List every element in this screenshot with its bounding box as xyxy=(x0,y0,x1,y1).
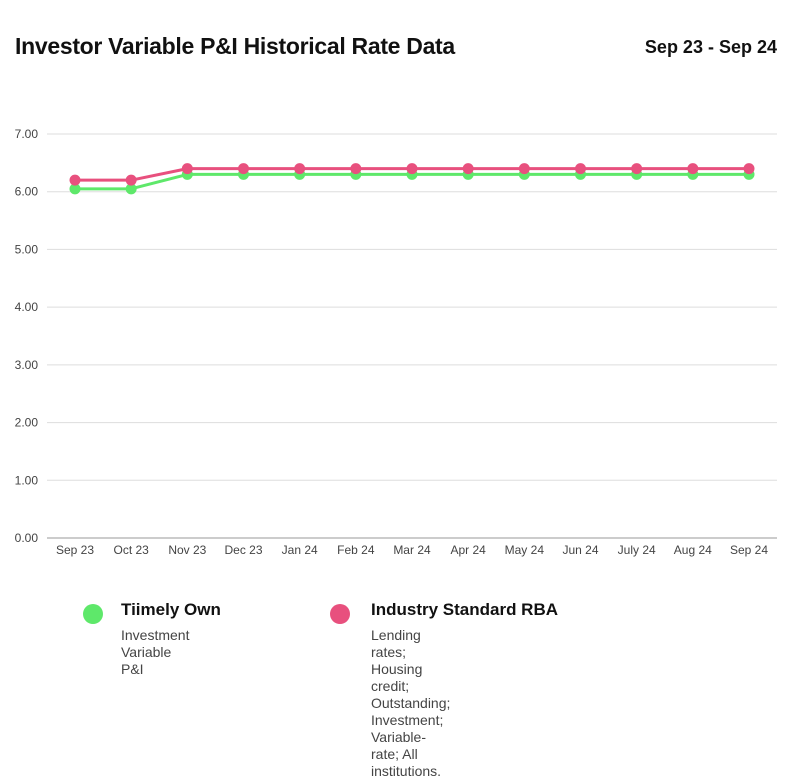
y-tick-label: 6.00 xyxy=(15,185,39,199)
data-point[interactable] xyxy=(181,163,193,175)
y-tick-label: 2.00 xyxy=(15,416,39,430)
legend-desc-tiimely: Investment Variable P&I xyxy=(121,627,190,677)
legend-dot-rba xyxy=(330,604,350,624)
x-tick-label: Sep 24 xyxy=(730,543,768,557)
x-tick-label: Feb 24 xyxy=(337,543,375,557)
series-lines xyxy=(69,163,755,195)
x-tick-label: Sep 23 xyxy=(56,543,94,557)
data-point[interactable] xyxy=(69,174,81,186)
data-point[interactable] xyxy=(631,163,643,175)
data-point[interactable] xyxy=(743,163,755,175)
y-tick-label: 4.00 xyxy=(15,300,39,314)
x-tick-label: Oct 23 xyxy=(113,543,149,557)
x-tick-label: Nov 23 xyxy=(168,543,206,557)
data-point[interactable] xyxy=(294,163,306,175)
x-tick-label: Apr 24 xyxy=(450,543,486,557)
y-tick-label: 1.00 xyxy=(15,473,39,487)
data-point[interactable] xyxy=(462,163,474,175)
x-tick-label: May 24 xyxy=(505,543,545,557)
data-point[interactable] xyxy=(238,163,249,175)
data-point[interactable] xyxy=(406,163,418,175)
y-tick-label: 7.00 xyxy=(15,127,39,141)
x-tick-label: July 24 xyxy=(618,543,656,557)
legend-title-tiimely: Tiimely Own xyxy=(121,600,221,619)
data-point[interactable] xyxy=(350,163,362,175)
x-axis-ticks: Sep 23 Oct 23 Nov 23 Dec 23 Jan 24 Feb 24 Mar … xyxy=(56,543,768,557)
legend-title-rba: Industry Standard RBA xyxy=(371,600,559,619)
y-tick-label: 5.00 xyxy=(15,242,39,256)
legend-desc-rba: Lending rates; Housing credit; Outstandi… xyxy=(371,627,451,779)
x-tick-label: Mar 24 xyxy=(393,543,431,557)
x-tick-label: Jan 24 xyxy=(282,543,318,557)
data-point[interactable] xyxy=(125,174,137,186)
data-point[interactable] xyxy=(687,163,699,175)
data-point[interactable] xyxy=(518,163,530,175)
data-point[interactable] xyxy=(575,163,586,175)
legend-dot-tiimely xyxy=(83,604,103,624)
x-tick-label: Dec 23 xyxy=(224,543,262,557)
y-tick-label: 0.00 xyxy=(15,531,39,545)
y-tick-label: 3.00 xyxy=(15,358,39,372)
x-tick-label: Aug 24 xyxy=(674,543,712,557)
x-tick-label: Jun 24 xyxy=(562,543,598,557)
gridlines xyxy=(47,133,777,539)
y-axis-ticks: 0.00 1.00 2.00 3.00 4.00 5.00 6.00 7.00 xyxy=(15,127,39,545)
